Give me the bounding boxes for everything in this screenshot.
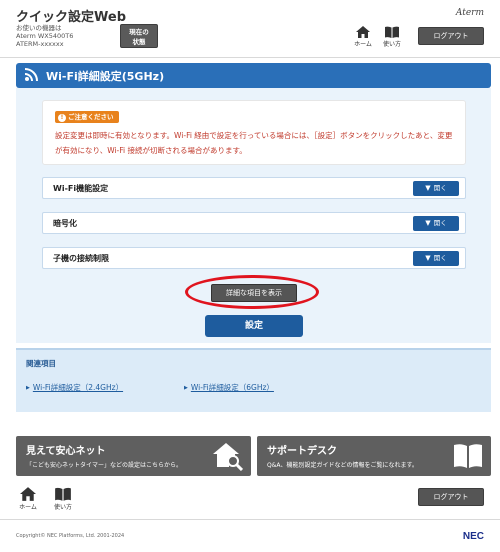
section-label: Wi-Fi機能設定 — [53, 184, 109, 193]
triangle-right-icon: ▶ — [184, 385, 188, 391]
section-encryption[interactable]: 暗号化 ▼ 開く — [42, 212, 466, 234]
banner-subtitle: 「こども安心ネットタイマー」などの設定はこちらから。 — [26, 462, 183, 469]
wifi-icon — [24, 68, 38, 82]
book-icon — [55, 487, 71, 501]
page-title: Wi-Fi詳細設定(5GHz) — [46, 70, 165, 83]
open-button-label: 開く — [433, 219, 447, 227]
device-model: Aterm WX5400T6 — [16, 32, 74, 40]
home-label: ホーム — [19, 504, 37, 511]
banner-support-desk[interactable]: サポートデスク Q&A、機能別設定ガイドなどの情報をご覧になれます。 — [257, 436, 491, 476]
open-button[interactable]: ▼ 開く — [413, 181, 459, 196]
help-label: 使い方 — [53, 504, 72, 511]
chevron-down-icon: ▼ — [425, 219, 431, 227]
banner-title: 見えて安心ネット — [26, 446, 106, 457]
current-status-button[interactable]: 現在の 状態 — [120, 24, 158, 48]
help-label: 使い方 — [382, 41, 401, 48]
page-title-bar: Wi-Fi詳細設定(5GHz) — [16, 63, 491, 88]
open-button-label: 開く — [433, 184, 447, 192]
banner-title: サポートデスク — [267, 446, 337, 457]
section-client-restriction[interactable]: 子機の接続制限 ▼ 開く — [42, 247, 466, 269]
home-icon — [20, 487, 36, 501]
footer-divider — [0, 519, 500, 520]
related-section: 関連項目 ▶ Wi-Fi詳細設定（2.4GHz） ▶ Wi-Fi詳細設定（6GHz） — [16, 348, 491, 412]
chevron-down-icon: ▼ — [425, 254, 431, 262]
open-button[interactable]: ▼ 開く — [413, 251, 459, 266]
banner-mieru-anshin[interactable]: 見えて安心ネット 「こども安心ネットタイマー」などの設定はこちらから。 — [16, 436, 251, 476]
related-link-6ghz[interactable]: ▶ Wi-Fi詳細設定（6GHz） — [184, 382, 274, 393]
open-button[interactable]: ▼ 開く — [413, 216, 459, 231]
section-label: 子機の接続制限 — [53, 254, 109, 263]
book-icon — [385, 26, 399, 38]
home-search-icon — [213, 443, 243, 471]
footer-logout-button[interactable]: ログアウト — [418, 488, 484, 506]
triangle-right-icon: ▶ — [26, 385, 30, 391]
notice-box: ! ご注意ください 設定変更は即時に有効となります。Wi-Fi 経由で設定を行って… — [42, 100, 466, 165]
related-link-24ghz[interactable]: ▶ Wi-Fi詳細設定（2.4GHz） — [26, 382, 123, 393]
related-title: 関連項目 — [26, 359, 56, 368]
app-title: クイック設定Web — [16, 10, 126, 25]
device-label: お使いの機器は — [16, 24, 62, 32]
logout-button[interactable]: ログアウト — [418, 27, 484, 45]
related-link-label: Wi-Fi詳細設定（6GHz） — [190, 383, 274, 392]
notice-badge-label: ご注意ください — [68, 113, 114, 121]
book-icon — [454, 444, 482, 468]
home-icon — [356, 26, 370, 38]
footer-home-button[interactable]: ホーム — [16, 487, 40, 511]
nec-logo: NEC — [462, 531, 484, 542]
notice-text: 設定変更は即時に有効となります。Wi-Fi 経由で設定を行っている場合には、［設… — [55, 131, 453, 155]
section-label: 暗号化 — [53, 219, 77, 228]
device-id: ATERM-xxxxxx — [16, 40, 64, 48]
header: クイック設定Web お使いの機器は Aterm WX5400T6 ATERM-x… — [0, 0, 500, 58]
chevron-down-icon: ▼ — [425, 184, 431, 192]
banner-subtitle: Q&A、機能別設定ガイドなどの情報をご覧になれます。 — [267, 462, 418, 469]
home-button[interactable]: ホーム — [351, 26, 375, 48]
footer-help-button[interactable]: 使い方 — [51, 487, 75, 511]
copyright: Copyright© NEC Platforms, Ltd. 2001-2024 — [16, 533, 125, 539]
section-wifi-function[interactable]: Wi-Fi機能設定 ▼ 開く — [42, 177, 466, 199]
related-link-label: Wi-Fi詳細設定（2.4GHz） — [32, 383, 124, 392]
open-button-label: 開く — [433, 254, 447, 262]
home-label: ホーム — [354, 41, 372, 48]
set-button[interactable]: 設定 — [205, 315, 303, 337]
warning-icon: ! — [58, 114, 66, 122]
notice-badge: ! ご注意ください — [55, 111, 119, 123]
help-button[interactable]: 使い方 — [380, 26, 404, 48]
highlight-circle — [185, 275, 319, 309]
aterm-logo: Aterm — [455, 8, 484, 18]
